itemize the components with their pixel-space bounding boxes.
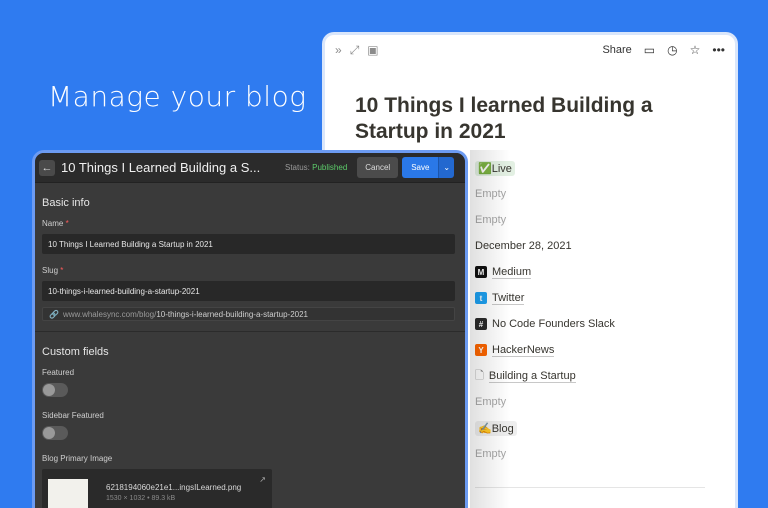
category-property[interactable]: ✍️Blog <box>475 415 725 441</box>
page-icon: 🗋 <box>475 369 484 382</box>
editor-header: ← 10 Things I Learned Building a S... St… <box>35 153 465 183</box>
save-button[interactable]: Save <box>402 157 439 178</box>
toggle-knob <box>43 427 55 439</box>
date-property[interactable]: December 28, 2021 <box>475 233 725 259</box>
link-medium[interactable]: M Medium <box>475 259 725 285</box>
link-hackernews[interactable]: Y HackerNews <box>475 337 725 363</box>
name-label: Name * <box>42 219 69 228</box>
status-tag: ✅Live <box>475 160 515 176</box>
hero-headline: Manage your blog <box>48 80 307 113</box>
name-field[interactable]: 10 Things I Learned Building a Startup i… <box>42 234 455 254</box>
relation-property[interactable]: 🗋 Building a Startup <box>475 363 725 389</box>
link-icon: 🔗 <box>49 309 59 319</box>
empty-property[interactable]: Empty <box>475 441 725 467</box>
basic-info-section: Basic info Name * 10 Things I Learned Bu… <box>35 183 465 321</box>
slack-icon: # <box>475 318 487 330</box>
cancel-button[interactable]: Cancel <box>357 157 399 178</box>
chevron-down-icon[interactable]: ⌄ <box>438 157 455 178</box>
link-twitter[interactable]: t Twitter <box>475 285 725 311</box>
status-indicator: Status: Published <box>285 163 348 172</box>
expand-icon[interactable]: ⤢ <box>350 43 360 58</box>
status-published: Published <box>312 163 348 172</box>
sidebar-featured-label: Sidebar Featured <box>42 411 104 420</box>
notion-toolbar: » ⤢ ▣ Share ▭ ◷ ☆ ••• <box>325 35 735 65</box>
image-size: 1530 × 1032 • 89.3 kB <box>106 495 176 502</box>
comment-icon[interactable]: ▭ <box>644 43 655 57</box>
editor-title: 10 Things I Learned Building a S... <box>61 160 261 175</box>
share-button[interactable]: Share <box>602 44 631 56</box>
medium-icon: M <box>475 266 487 278</box>
page-title[interactable]: 10 Things I learned Building a Startup i… <box>355 93 695 145</box>
twitter-icon: t <box>475 292 487 304</box>
required-asterisk: * <box>65 219 69 228</box>
external-link-icon[interactable]: ↗ <box>259 475 266 484</box>
toggle-knob <box>43 384 55 396</box>
section-heading: Basic info <box>42 197 90 209</box>
status-property[interactable]: ✅Live <box>475 155 725 181</box>
hackernews-icon: Y <box>475 344 487 356</box>
divider <box>475 487 705 488</box>
empty-property[interactable]: Empty <box>475 389 725 415</box>
image-card[interactable]: 6218194060e21e1...ingsILearned.png 1530 … <box>42 469 272 508</box>
history-icon[interactable]: ◷ <box>667 43 677 57</box>
empty-property[interactable]: Empty <box>475 181 725 207</box>
more-icon[interactable]: ••• <box>712 43 725 57</box>
image-thumbnail <box>48 479 88 508</box>
featured-toggle[interactable] <box>42 383 68 397</box>
sidebar-toggle-icon[interactable]: » <box>335 43 342 57</box>
cms-editor: ← 10 Things I Learned Building a S... St… <box>32 150 468 508</box>
panel-icon[interactable]: ▣ <box>367 43 378 57</box>
property-list: ✅Live Empty Empty December 28, 2021 M Me… <box>475 155 725 467</box>
sidebar-featured-toggle[interactable] <box>42 426 68 440</box>
slug-field[interactable]: 10-things-i-learned-building-a-startup-2… <box>42 281 455 301</box>
category-tag: ✍️Blog <box>475 420 517 436</box>
section-heading: Custom fields <box>42 346 109 358</box>
required-asterisk: * <box>60 266 64 275</box>
slug-label: Slug * <box>42 266 64 275</box>
url-preview[interactable]: 🔗 www.whalesync.com/blog/10-things-i-lea… <box>42 307 455 321</box>
back-arrow-icon[interactable]: ← <box>39 159 55 176</box>
image-label: Blog Primary Image <box>42 454 113 463</box>
star-icon[interactable]: ☆ <box>690 43 701 57</box>
link-slack[interactable]: # No Code Founders Slack <box>475 311 725 337</box>
featured-label: Featured <box>42 368 75 377</box>
custom-fields-section: Custom fields Featured Sidebar Featured … <box>35 332 465 508</box>
empty-property[interactable]: Empty <box>475 207 725 233</box>
